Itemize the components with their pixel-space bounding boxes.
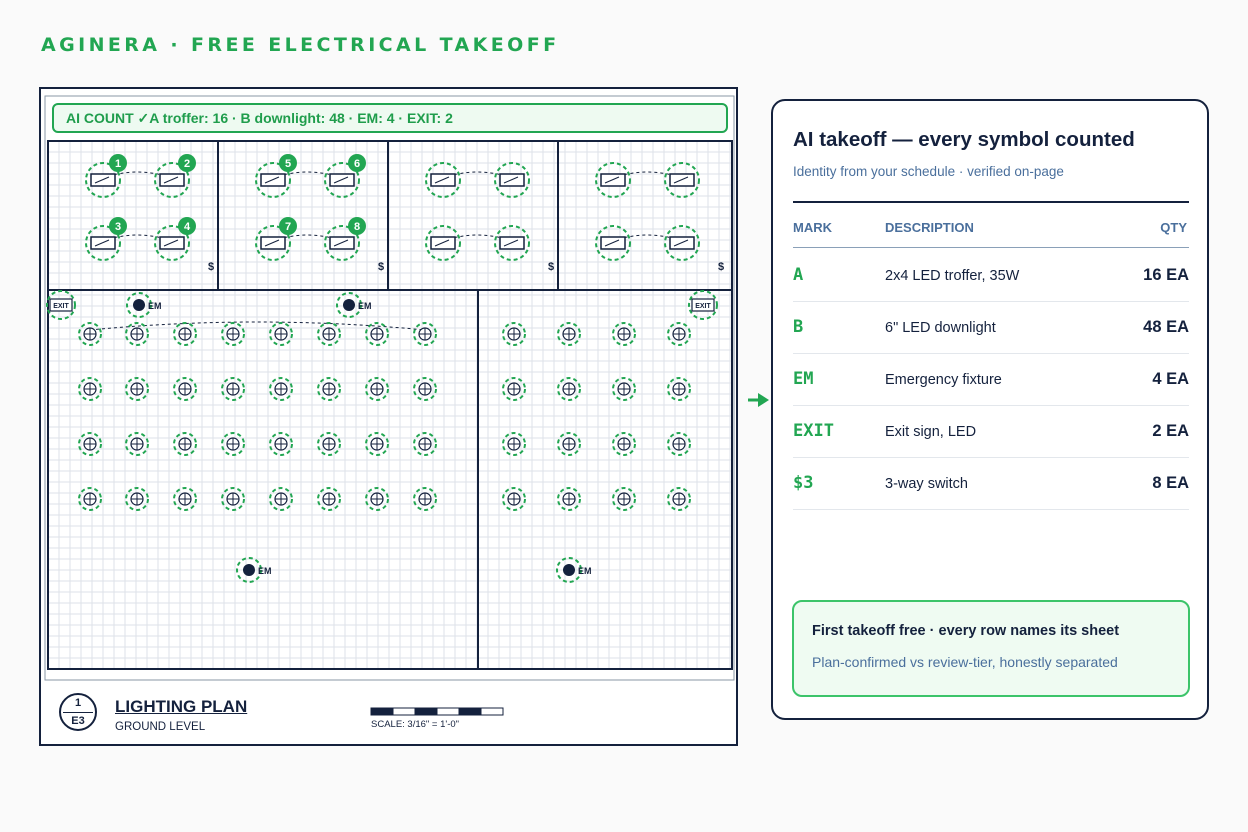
sheet-number: 1 <box>74 697 82 709</box>
panel-title: AI takeoff — every symbol counted <box>793 128 1135 151</box>
count-badge: 4 <box>178 217 196 235</box>
row-qty: 8 EA <box>1152 474 1189 492</box>
count-badge: 6 <box>348 154 366 172</box>
note-title: First takeoff free · every row names its… <box>812 623 1120 639</box>
count-badge-number: 3 <box>115 221 121 233</box>
em-label: EM <box>258 566 272 576</box>
row-mark: EXIT <box>793 421 834 441</box>
count-badge-number: 2 <box>184 158 190 170</box>
row-mark: EM <box>793 369 814 389</box>
row-mark: $3 <box>793 473 814 493</box>
count-badge-number: 5 <box>285 158 291 170</box>
exit-label: EXIT <box>695 303 711 310</box>
count-badge: 3 <box>109 217 127 235</box>
drawing-sheet[interactable]: 1 2 3 4 $5 6 7 8 $ $ $ EM EM EM EM EXIT EXIT AI COUNT ✓A… <box>39 87 738 746</box>
takeoff-panel: AI takeoff — every symbol counted Identi… <box>771 99 1209 720</box>
sheet-ref: E3 <box>71 715 85 727</box>
scale-label: SCALE: 3/16" = 1'-0" <box>371 719 460 730</box>
lighting-plan-drawing: 1 2 3 4 $5 6 7 8 $ $ $ EM EM EM EM EXIT EXIT <box>44 95 735 716</box>
column-header-mark: MARK <box>793 220 832 235</box>
count-badge-number: 1 <box>115 158 121 170</box>
table-row[interactable]: A 2x4 LED troffer, 35W 16 EA <box>793 249 1189 302</box>
note-subtitle: Plan-confirmed vs review-tier, honestly … <box>812 654 1118 670</box>
plan-subtitle: GROUND LEVEL <box>115 721 206 733</box>
count-badge-number: 8 <box>354 221 360 233</box>
divider <box>793 201 1189 203</box>
ai-count-banner: AI COUNT ✓A troffer: 16 · B downlight: 4… <box>52 103 728 133</box>
em-label: EM <box>578 566 592 576</box>
promo-note: First takeoff free · every row names its… <box>792 600 1190 697</box>
switch-icon: $ <box>718 261 724 273</box>
brand-title: AGINERA · FREE ELECTRICAL TAKEOFF <box>41 34 560 56</box>
arrow-right-icon <box>748 393 769 407</box>
panel-subtitle: Identity from your schedule · verified o… <box>793 164 1064 179</box>
row-description: 2x4 LED troffer, 35W <box>885 268 1020 284</box>
row-qty: 2 EA <box>1152 422 1189 440</box>
row-description: 6" LED downlight <box>885 320 996 336</box>
switch-icon: $ <box>548 261 554 273</box>
row-mark: A <box>793 265 804 285</box>
plan-title: LIGHTING PLAN <box>115 697 248 716</box>
switch-icon: $ <box>378 261 384 273</box>
count-badge-number: 6 <box>354 158 360 170</box>
divider <box>793 247 1189 248</box>
sheet-number-bubble: 1 E3 <box>59 693 97 731</box>
row-description: Exit sign, LED <box>885 424 977 440</box>
exit-label: EXIT <box>53 303 69 310</box>
switch-icon: $ <box>208 261 214 273</box>
row-qty: 16 EA <box>1143 266 1189 284</box>
table-row[interactable]: EXIT Exit sign, LED 2 EA <box>793 405 1189 458</box>
row-description: Emergency fixture <box>885 372 1002 388</box>
count-badge: 2 <box>178 154 196 172</box>
row-qty: 4 EA <box>1152 370 1189 388</box>
em-label: EM <box>148 301 162 311</box>
count-badge-number: 4 <box>184 221 191 233</box>
table-row[interactable]: EM Emergency fixture 4 EA <box>793 353 1189 406</box>
row-description: 3-way switch <box>885 476 968 492</box>
row-mark: B <box>793 317 804 337</box>
count-badge: 1 <box>109 154 127 172</box>
table-row[interactable]: $3 3-way switch 8 EA <box>793 457 1189 510</box>
count-badge-number: 7 <box>285 221 291 233</box>
column-header-description: DESCRIPTION <box>885 220 974 235</box>
count-badge: 8 <box>348 217 366 235</box>
column-header-qty: QTY <box>1160 220 1187 235</box>
table-row[interactable]: B 6" LED downlight 48 EA <box>793 301 1189 354</box>
count-badge: 5 <box>279 154 297 172</box>
scale-bar <box>370 707 504 716</box>
em-label: EM <box>358 301 372 311</box>
count-badge: 7 <box>279 217 297 235</box>
row-qty: 48 EA <box>1143 318 1189 336</box>
